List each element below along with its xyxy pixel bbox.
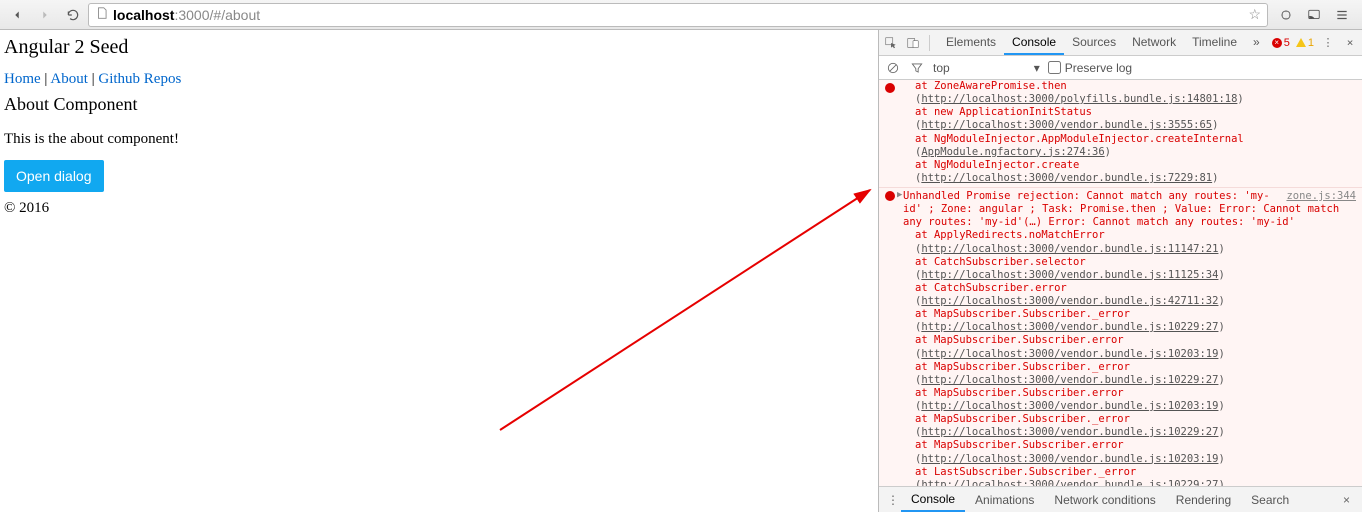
warning-count[interactable]: 1 xyxy=(1296,37,1314,49)
open-dialog-button[interactable]: Open dialog xyxy=(4,160,104,192)
browser-toolbar: localhost:3000/#/about ☆ xyxy=(0,0,1362,30)
drawer-tab-network-conditions[interactable]: Network conditions xyxy=(1044,489,1165,511)
drawer-tab-rendering[interactable]: Rendering xyxy=(1166,489,1241,511)
drawer-tab-animations[interactable]: Animations xyxy=(965,489,1044,511)
drawer-tab-search[interactable]: Search xyxy=(1241,489,1299,511)
devtools-drawer: ⋮ Console Animations Network conditions … xyxy=(879,486,1362,512)
extension-icon-1[interactable] xyxy=(1274,3,1298,27)
nav-home[interactable]: Home xyxy=(4,71,41,87)
tab-network[interactable]: Network xyxy=(1124,31,1184,55)
filter-icon[interactable] xyxy=(909,60,925,76)
clear-console-icon[interactable] xyxy=(885,60,901,76)
url-path: /#/about xyxy=(210,7,261,23)
drawer-close-icon[interactable]: × xyxy=(1337,493,1356,507)
bookmark-star-icon[interactable]: ☆ xyxy=(1248,6,1261,23)
tab-sources[interactable]: Sources xyxy=(1064,31,1124,55)
tab-timeline[interactable]: Timeline xyxy=(1184,31,1245,55)
back-button[interactable] xyxy=(4,3,30,27)
app-title: Angular 2 Seed xyxy=(4,36,874,59)
page-heading: About Component xyxy=(4,94,874,115)
error-count[interactable]: ×5 xyxy=(1272,37,1290,49)
console-error-entry: at ZoneAwarePromise.then(http://localhos… xyxy=(879,80,1362,188)
preserve-log-checkbox[interactable]: Preserve log xyxy=(1048,61,1132,75)
nav-repos[interactable]: Github Repos xyxy=(98,71,181,87)
tab-overflow[interactable]: » xyxy=(1245,31,1268,55)
device-toolbar-icon[interactable] xyxy=(905,35,921,51)
reload-button[interactable] xyxy=(60,3,86,27)
forward-button[interactable] xyxy=(32,3,58,27)
url-bar[interactable]: localhost:3000/#/about ☆ xyxy=(88,3,1268,27)
tab-elements[interactable]: Elements xyxy=(938,31,1004,55)
devtools-panel: Elements Console Sources Network Timelin… xyxy=(878,30,1362,512)
drawer-menu-icon[interactable]: ⋮ xyxy=(885,492,901,508)
url-port: :3000 xyxy=(174,7,209,23)
devtools-menu-icon[interactable]: ⋮ xyxy=(1320,35,1336,51)
copyright: © 2016 xyxy=(4,200,874,217)
page-icon xyxy=(95,6,109,23)
expand-caret-icon[interactable]: ▶ xyxy=(897,190,902,201)
drawer-tab-console[interactable]: Console xyxy=(901,488,965,512)
devtools-close-icon[interactable]: × xyxy=(1342,35,1358,51)
tab-console[interactable]: Console xyxy=(1004,31,1064,55)
browser-extension-icons xyxy=(1270,3,1358,27)
nav-links: Home | About | Github Repos xyxy=(4,71,874,88)
context-selector[interactable]: top ▾ xyxy=(933,61,1040,75)
devtools-tabs: Elements Console Sources Network Timelin… xyxy=(938,31,1268,55)
page-body: This is the about component! xyxy=(4,131,874,148)
devtools-header: Elements Console Sources Network Timelin… xyxy=(879,30,1362,56)
console-error-entry: ▶ zone.js:344 Unhandled Promise rejectio… xyxy=(879,188,1362,486)
nav-about[interactable]: About xyxy=(50,71,88,87)
url-host: localhost xyxy=(113,7,174,23)
console-toolbar: top ▾ Preserve log xyxy=(879,56,1362,80)
page-content: Angular 2 Seed Home | About | Github Rep… xyxy=(0,30,878,512)
inspect-element-icon[interactable] xyxy=(883,35,899,51)
cast-icon[interactable] xyxy=(1302,3,1326,27)
menu-icon[interactable] xyxy=(1330,3,1354,27)
console-output[interactable]: at ZoneAwarePromise.then(http://localhos… xyxy=(879,80,1362,486)
source-link[interactable]: zone.js:344 xyxy=(1286,190,1356,203)
